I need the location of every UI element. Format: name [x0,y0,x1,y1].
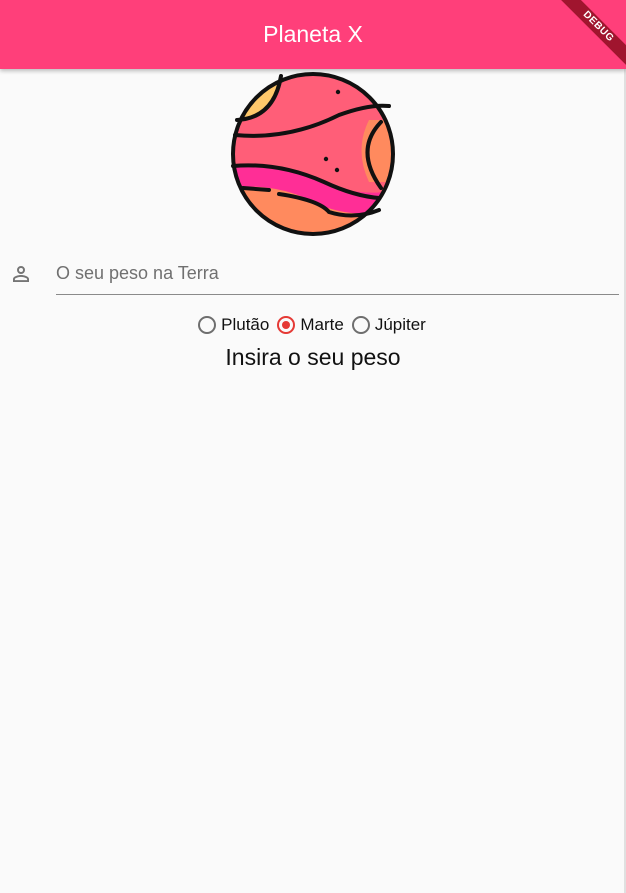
radio-option-mars[interactable]: Marte [275,315,347,335]
radio-label-pluto: Plutão [221,315,270,334]
app-bar: Planeta X [0,0,626,69]
radio-jupiter[interactable] [351,316,370,334]
person-icon [13,266,29,282]
radio-mars[interactable] [277,316,296,334]
app-title: Planeta X [263,21,363,47]
radio-option-pluto[interactable]: Plutão [196,315,273,335]
debug-label: DEBUG [550,0,626,75]
radio-option-jupiter[interactable]: Júpiter [350,315,430,335]
radio-label-mars: Marte [300,315,344,334]
debug-banner: DEBUG [546,0,626,80]
weight-input[interactable] [56,252,619,295]
weight-input-row [0,250,626,306]
radio-pluto[interactable] [198,316,217,334]
result-text: Insira o seu peso [225,344,401,370]
radio-label-jupiter: Júpiter [374,315,426,334]
planet-icon [231,72,395,236]
planet-radio-group: Plutão Marte Júpiter [0,312,626,338]
